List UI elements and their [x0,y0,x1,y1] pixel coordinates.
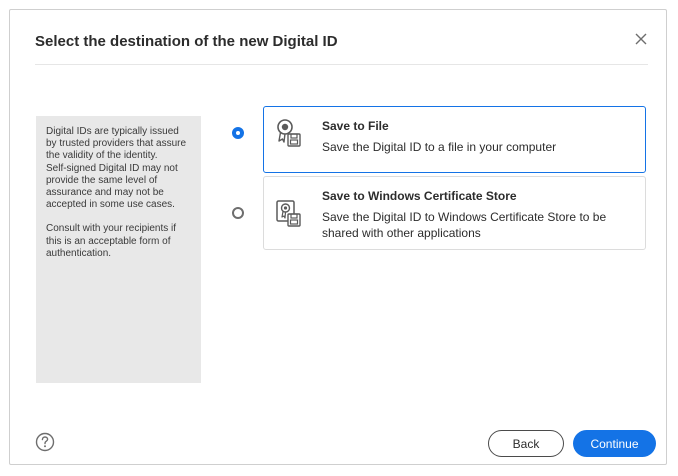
digital-id-dialog: Select the destination of the new Digita… [9,9,667,465]
info-paragraph-1: Digital IDs are typically issued by trus… [46,126,187,162]
certificate-store-icon [276,199,302,229]
continue-button[interactable]: Continue [573,430,656,457]
option-description: Save the Digital ID to Windows Certifica… [322,210,607,240]
info-paragraph-2: Self-signed Digital ID may not provide t… [46,162,178,211]
close-icon[interactable] [630,28,652,50]
radio-save-to-windows-store[interactable] [232,207,244,219]
option-title: Save to File [322,119,389,133]
dialog-title: Select the destination of the new Digita… [35,33,338,50]
option-title: Save to Windows Certificate Store [322,189,517,203]
help-icon[interactable] [35,432,55,452]
back-button[interactable]: Back [488,430,564,457]
info-paragraph-3: Consult with your recipients if this is … [46,223,177,259]
option-save-to-file[interactable]: Save to File Save the Digital ID to a fi… [263,106,646,173]
header-divider [35,64,648,65]
option-save-to-windows-store[interactable]: Save to Windows Certificate Store Save t… [263,176,646,250]
option-description: Save the Digital ID to a file in your co… [322,140,557,154]
info-panel: Digital IDs are typically issued by trus… [36,116,201,383]
radio-save-to-file[interactable] [232,127,244,139]
certificate-file-icon [276,119,302,149]
